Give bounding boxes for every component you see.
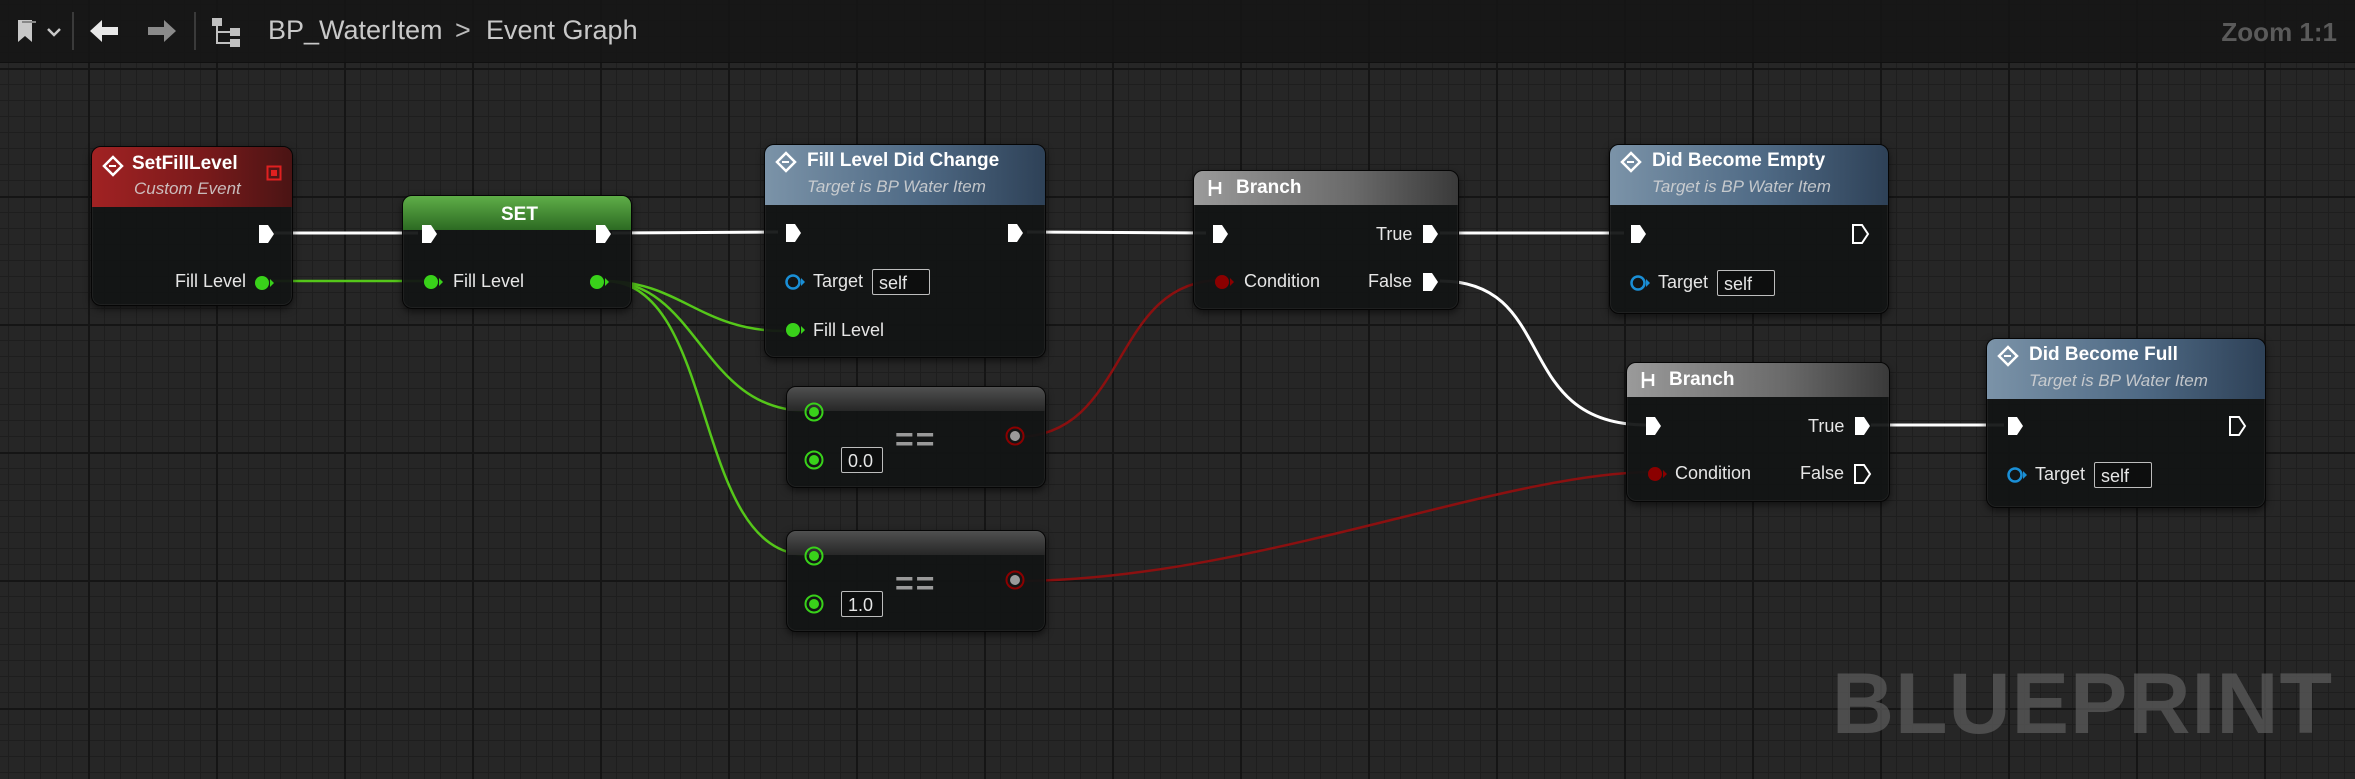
exec-wire-set-to-fillchange[interactable] <box>611 230 779 235</box>
false-label: False <box>1368 271 1413 291</box>
bookmark-icon <box>18 20 61 42</box>
arrow-left-icon <box>90 20 118 42</box>
node-title: Branch <box>1669 369 1735 390</box>
node-did-become-empty[interactable]: Did Become Empty Target is BP Water Item… <box>1609 144 1889 314</box>
node-subtitle: Target is BP Water Item <box>807 177 986 196</box>
float-out-pin[interactable] <box>587 271 611 293</box>
exec-in-pin[interactable] <box>1643 415 1663 437</box>
exec-wire-fillchange-to-branch1[interactable] <box>1026 230 1207 235</box>
condition-label: Condition <box>1675 463 1752 483</box>
exec-in-pin[interactable] <box>783 222 803 244</box>
compare-value-field[interactable]: 1.0 <box>841 591 883 617</box>
function-diamond-icon <box>775 151 797 173</box>
node-header <box>1194 171 1458 205</box>
float-out-pin[interactable] <box>252 272 276 294</box>
float-in-pin-a[interactable] <box>803 545 825 567</box>
exec-out-pin[interactable] <box>256 223 276 245</box>
graph-hierarchy-icon[interactable] <box>210 16 244 48</box>
fill-level-out-label: Fill Level <box>174 271 246 291</box>
exec-false-pin[interactable] <box>1420 271 1440 293</box>
float-in-pin[interactable] <box>783 319 807 341</box>
exec-in-pin[interactable] <box>1210 223 1230 245</box>
zoom-level: Zoom 1:1 <box>2221 17 2337 47</box>
node-set-fill-level-event[interactable]: SetFillLevel Custom Event Fill Level <box>91 146 293 306</box>
exec-true-pin[interactable] <box>1852 415 1872 437</box>
node-header <box>787 531 1045 555</box>
true-label: True <box>1376 224 1413 244</box>
target-label: Target <box>2035 464 2086 484</box>
back-button[interactable] <box>86 16 122 46</box>
node-title: Did Become Empty <box>1652 150 1826 171</box>
node-subtitle: Custom Event <box>134 179 241 198</box>
exec-out-pin[interactable] <box>593 223 613 245</box>
exec-false-pin[interactable] <box>1852 463 1872 485</box>
target-self-field[interactable]: self <box>2094 462 2152 488</box>
exec-out-pin[interactable] <box>2227 415 2247 437</box>
node-subtitle: Target is BP Water Item <box>2029 371 2208 390</box>
float-in-pin[interactable] <box>421 271 445 293</box>
bool-out-pin[interactable] <box>1004 425 1026 447</box>
branch-icon <box>1641 372 1655 388</box>
delegate-output-icon[interactable] <box>266 165 282 181</box>
object-target-pin[interactable] <box>783 271 807 293</box>
fill-level-label: Fill Level <box>813 320 885 340</box>
function-diamond-icon <box>1997 345 2019 367</box>
target-label: Target <box>813 271 864 291</box>
exec-in-pin[interactable] <box>2005 415 2025 437</box>
fill-level-in-label: Fill Level <box>453 271 525 291</box>
exec-out-pin[interactable] <box>1005 222 1025 244</box>
bool-condition-pin[interactable] <box>1645 463 1667 485</box>
object-target-pin[interactable] <box>1628 272 1652 294</box>
node-title: Fill Level Did Change <box>807 150 1000 171</box>
node-title: Did Become Full <box>2029 344 2178 365</box>
node-equals-one[interactable]: 1.0 == <box>786 530 1046 632</box>
object-target-pin[interactable] <box>2005 464 2029 486</box>
node-subtitle: Target is BP Water Item <box>1652 177 1831 196</box>
bool-wire-eqzero-to-branch1[interactable] <box>1015 278 1223 439</box>
toolbar-divider <box>194 12 196 50</box>
target-label: Target <box>1658 272 1709 292</box>
arrow-right-icon <box>148 20 176 42</box>
target-self-field[interactable]: self <box>872 269 930 295</box>
float-in-pin-b[interactable] <box>803 593 825 615</box>
node-did-become-full[interactable]: Did Become Full Target is BP Water Item … <box>1986 338 2266 508</box>
node-branch-2[interactable]: Branch True Condition False <box>1626 362 1890 502</box>
event-diamond-icon <box>102 155 124 177</box>
false-label: False <box>1800 463 1845 483</box>
target-self-field[interactable]: self <box>1717 270 1775 296</box>
exec-in-pin[interactable] <box>1628 223 1648 245</box>
node-title: Branch <box>1236 177 1302 198</box>
branch-icon <box>1208 180 1222 196</box>
equals-operator: == <box>895 565 937 601</box>
equals-operator: == <box>895 421 937 457</box>
node-title: SetFillLevel <box>132 153 238 174</box>
function-diamond-icon <box>1620 151 1642 173</box>
float-in-pin-a[interactable] <box>803 401 825 423</box>
exec-true-pin[interactable] <box>1420 223 1440 245</box>
graph-toolbar: BP_WaterItem > Event Graph Zoom 1:1 <box>0 0 2355 63</box>
toolbar-divider <box>72 12 74 50</box>
node-header <box>1627 363 1889 397</box>
graph-name-breadcrumb[interactable]: Event Graph <box>486 15 638 46</box>
node-equals-zero[interactable]: 0.0 == <box>786 386 1046 488</box>
blueprint-name-breadcrumb[interactable]: BP_WaterItem <box>268 15 443 46</box>
blueprint-watermark: BLUEPRINT <box>1831 656 2333 752</box>
bool-out-pin[interactable] <box>1004 569 1026 591</box>
bool-condition-pin[interactable] <box>1212 271 1234 293</box>
compare-value-field[interactable]: 0.0 <box>841 447 883 473</box>
bool-wire-eqone-to-branch2[interactable] <box>1015 470 1655 583</box>
node-branch-1[interactable]: Branch True Condition False <box>1193 170 1459 310</box>
exec-out-pin[interactable] <box>1850 223 1870 245</box>
float-in-pin-b[interactable] <box>803 449 825 471</box>
node-title: SET <box>501 204 538 225</box>
breadcrumb-separator: > <box>455 15 471 45</box>
node-set-fill-level[interactable]: SET Fill Level <box>402 195 632 309</box>
node-fill-level-did-change[interactable]: Fill Level Did Change Target is BP Water… <box>764 144 1046 358</box>
condition-label: Condition <box>1244 271 1321 291</box>
node-header <box>787 387 1045 411</box>
forward-button[interactable] <box>144 16 180 46</box>
exec-in-pin[interactable] <box>419 223 439 245</box>
true-label: True <box>1808 416 1845 436</box>
bookmark-dropdown-button[interactable] <box>12 16 64 46</box>
